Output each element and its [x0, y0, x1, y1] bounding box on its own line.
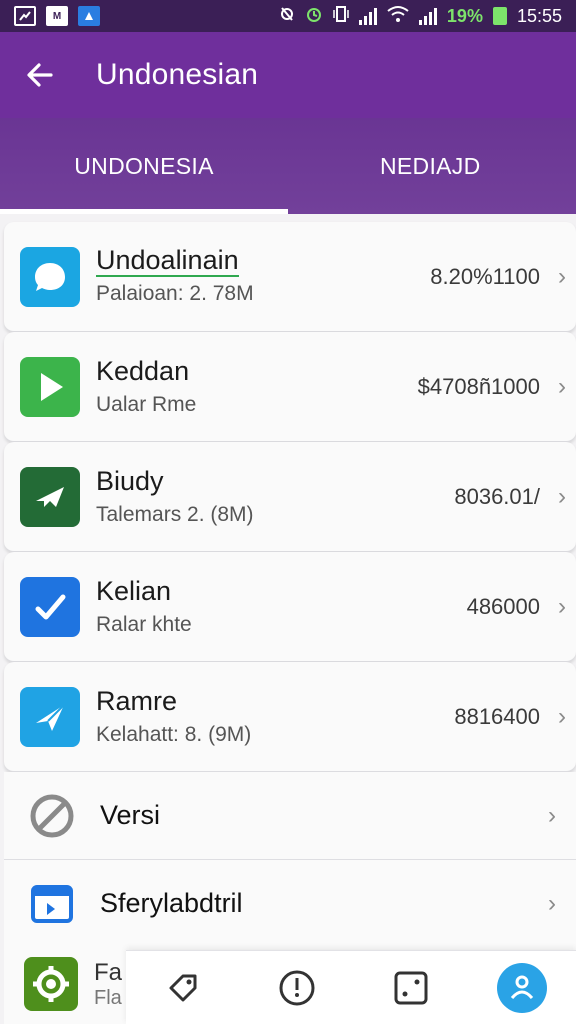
list-item[interactable]: Keddan Ualar Rme $4708ñ1000 › [4, 332, 576, 442]
bottom-nav [126, 950, 576, 1024]
signal-2-icon [418, 7, 437, 25]
app-value: 486000 [466, 593, 540, 619]
chevron-right-icon: › [558, 702, 566, 730]
status-bar-notifications: M [14, 6, 100, 26]
chevron-right-icon: › [548, 801, 556, 829]
app-value: $4708ñ1000 [417, 373, 540, 399]
battery-icon [492, 7, 507, 25]
wifi-icon [387, 5, 409, 28]
app-title: Kelian [96, 575, 172, 606]
battery-percent: 19% [446, 5, 483, 26]
app-subtitle: Ralar khte [96, 612, 192, 636]
send-icon [20, 686, 80, 747]
nav-dice-button[interactable] [383, 960, 439, 1016]
app-subtitle: Kelahatt: 8. (9M) [96, 722, 252, 746]
dice-icon [394, 971, 428, 1004]
mute-icon [279, 5, 295, 28]
arrow-left-icon [27, 63, 53, 87]
row-label: Versi [100, 800, 161, 830]
tab-bar: UNDONESIA NEDIAJD [0, 118, 576, 214]
plane-icon [20, 466, 80, 527]
clock: 15:55 [516, 5, 562, 26]
alarm-icon [305, 5, 323, 28]
tab-undonesia[interactable]: UNDONESIA [0, 118, 288, 214]
signal-icon [358, 7, 377, 25]
gear-icon [24, 957, 78, 1011]
row-label: Fa [94, 958, 123, 986]
row-label: Sferylabdtril [100, 888, 243, 918]
tab-nediajd[interactable]: NEDIAJD [288, 118, 576, 214]
app-title: Biudy [96, 465, 164, 496]
list-item[interactable]: Kelian Ralar khte 486000 › [4, 552, 576, 662]
app-list: Undoalinain Palaioan: 2. 78M 8.20%1100 ›… [4, 222, 576, 948]
chevron-right-icon: › [558, 592, 566, 620]
app-subtitle: Ualar Rme [96, 392, 197, 416]
app-title: Undoalinain [96, 244, 239, 277]
calendar-icon [26, 878, 78, 930]
app-title: Ramre [96, 685, 178, 716]
chevron-right-icon: › [558, 372, 566, 400]
app-value: 8036.01/ [454, 483, 540, 509]
no-entry-icon [26, 790, 78, 842]
chevron-right-icon: › [548, 889, 556, 917]
app-subtitle: Palaioan: 2. 78M [96, 281, 254, 305]
list-item[interactable]: Undoalinain Palaioan: 2. 78M 8.20%1100 › [4, 222, 576, 332]
list-item[interactable]: Biudy Talemars 2. (8M) 8036.01/ › [4, 442, 576, 552]
notification-app-icon [14, 6, 36, 26]
check-icon [20, 576, 80, 637]
settings-row-versi[interactable]: Versi › [4, 772, 576, 860]
status-bar: M 19% 15:55 [0, 0, 576, 32]
page-title: Undonesian [96, 58, 259, 91]
app-title: Keddan [96, 355, 190, 386]
back-button[interactable] [20, 55, 60, 95]
app-subtitle: Talemars 2. (8M) [96, 502, 254, 526]
compass-icon [279, 970, 315, 1005]
nav-compass-button[interactable] [269, 960, 325, 1016]
list-item[interactable]: Ramre Kelahatt: 8. (9M) 8816400 › [4, 662, 576, 772]
tag-icon [169, 974, 197, 1001]
app-value: 8816400 [454, 703, 540, 729]
row-sublabel: Fla [94, 986, 122, 1009]
notification-browser-icon [78, 6, 100, 26]
chevron-right-icon: › [558, 262, 566, 290]
chat-bubble-icon [20, 246, 80, 307]
person-icon [510, 975, 534, 999]
settings-row-sferylabdtril[interactable]: Sferylabdtril › [4, 860, 576, 948]
notification-mail-icon: M [46, 6, 68, 26]
nav-tag-button[interactable] [155, 960, 211, 1016]
status-bar-system: 19% 15:55 [279, 5, 562, 28]
nav-profile-button[interactable] [497, 962, 547, 1013]
play-icon [20, 356, 80, 417]
app-bar: Undonesian [0, 32, 576, 118]
app-value: 8.20%1100 [430, 263, 540, 289]
vibrate-icon [333, 5, 349, 28]
chevron-right-icon: › [558, 482, 566, 510]
